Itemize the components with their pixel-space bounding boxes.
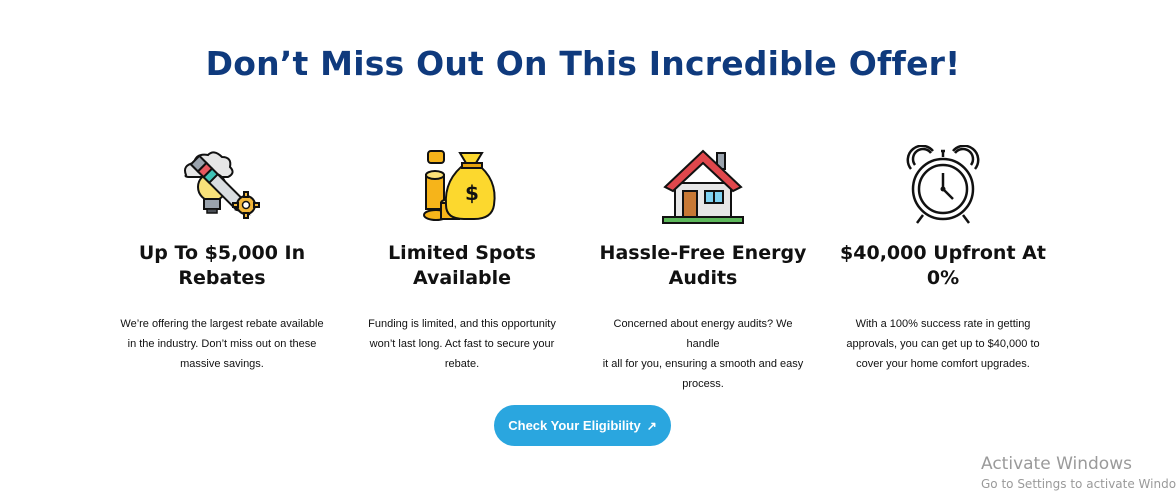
idea-bulb-pencil-icon — [184, 151, 260, 219]
feature-description: Concerned about energy audits? We handle… — [602, 318, 804, 390]
feature-description: Funding is limited, and this opportunity… — [368, 318, 556, 370]
watermark-subtitle: Go to Settings to activate Windows. — [981, 477, 1176, 491]
feature-description: We’re offering the largest rebate availa… — [120, 318, 324, 370]
feature-title: Hassle-Free Energy Audits — [599, 242, 807, 289]
feature-rebates: Up To $5,000 In Rebates We’re offering th… — [102, 145, 342, 374]
cta-label: Check Your Eligibility — [508, 418, 641, 433]
watermark-title: Activate Windows — [981, 454, 1132, 474]
feature-title: $40,000 Upfront At 0% — [840, 242, 1046, 289]
page-title: Don’t Miss Out On This Incredible Offer! — [205, 44, 961, 83]
feature-limited-spots: $ Limited Spots Available Funding is limi… — [342, 145, 582, 374]
house-icon — [662, 149, 744, 224]
feature-energy-audits: Hassle-Free Energy Audits Concerned about… — [583, 145, 823, 394]
svg-text:$: $ — [465, 181, 479, 205]
check-eligibility-button[interactable]: Check Your Eligibility ↗ — [494, 405, 671, 446]
feature-title: Up To $5,000 In Rebates — [138, 242, 306, 289]
activate-windows-watermark: Activate Windows Go to Settings to activ… — [981, 454, 1176, 491]
arrow-up-right-icon: ↗ — [646, 418, 657, 433]
feature-description: With a 100% success rate in getting appro… — [846, 318, 1040, 370]
feature-title: Limited Spots Available — [388, 242, 536, 289]
feature-upfront-financing: $40,000 Upfront At 0% With a 100% success… — [823, 145, 1063, 374]
alarm-clock-icon — [906, 145, 980, 224]
money-bag-coins-icon: $ — [423, 150, 496, 221]
